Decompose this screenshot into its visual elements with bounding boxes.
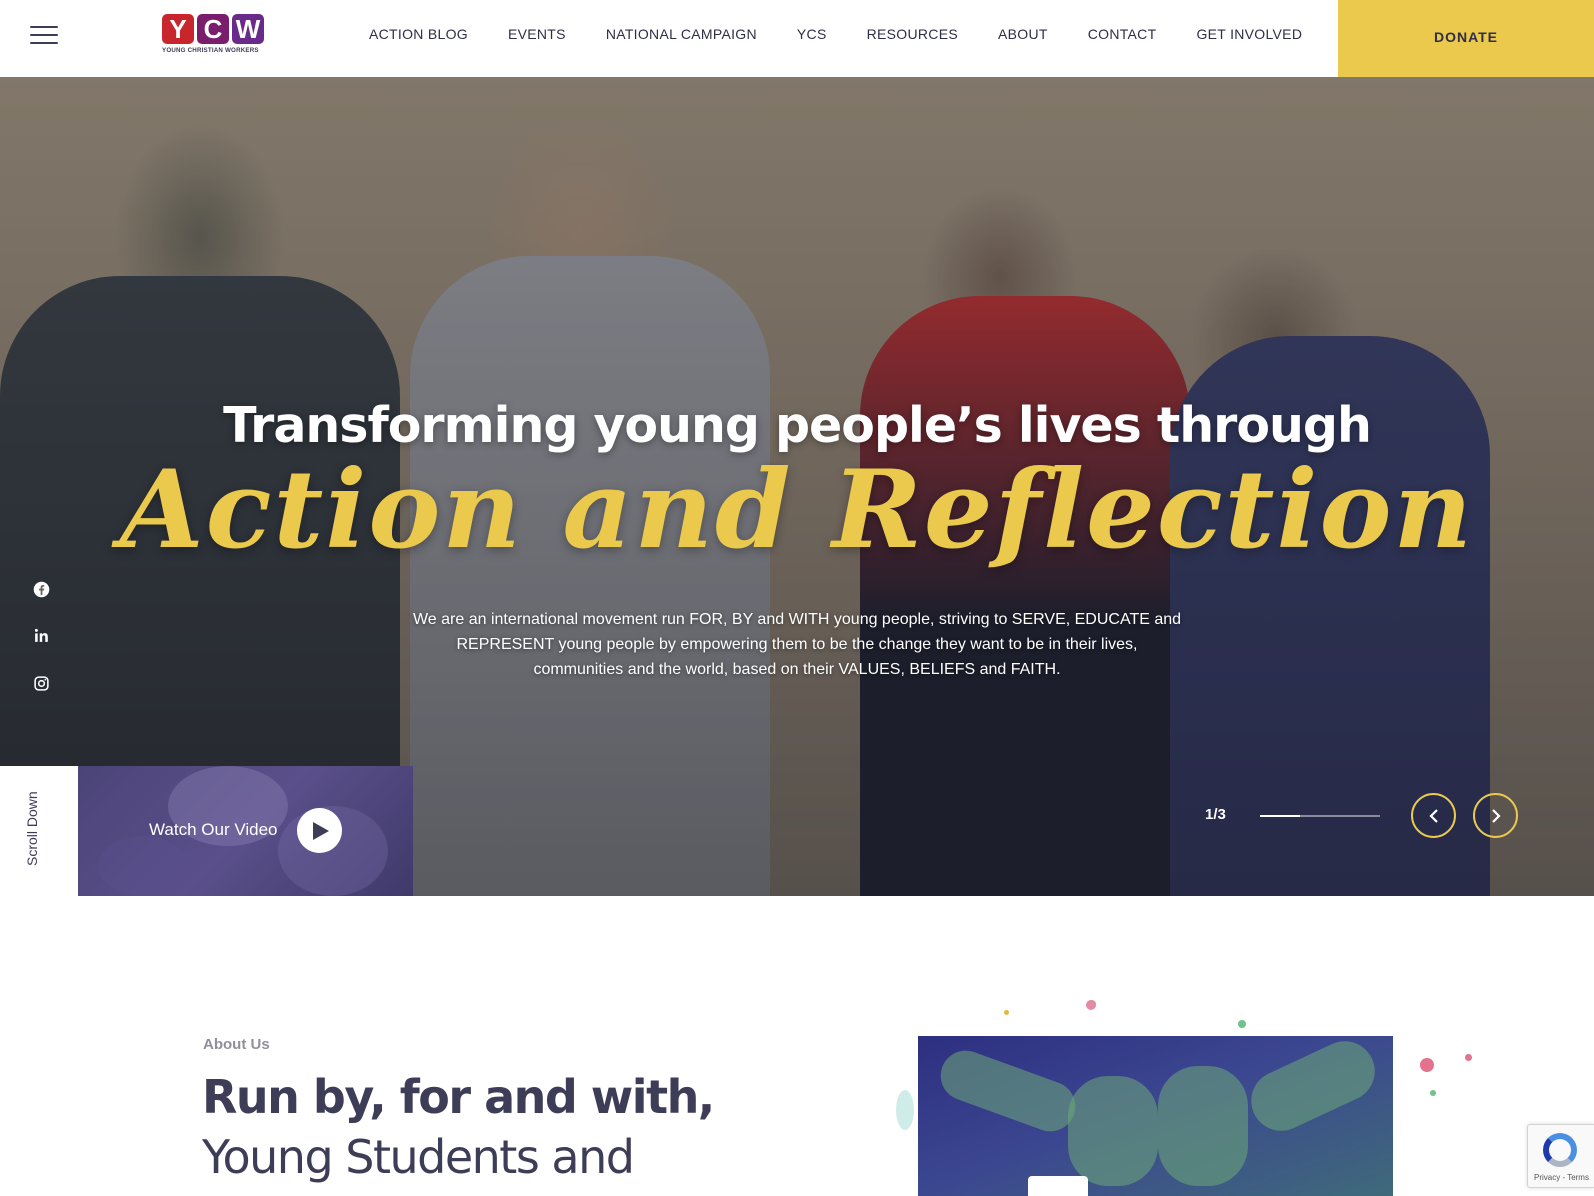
linkedin-icon[interactable] [30,624,52,646]
nav-item-action-blog[interactable]: ACTION BLOG [369,26,468,42]
slide-counter: 1/3 [1205,806,1226,823]
scroll-down-strip: Scroll Down [0,766,78,896]
hero-section: Transforming young people’s lives throug… [0,77,1594,896]
play-icon[interactable] [297,808,342,853]
instagram-icon[interactable] [30,672,52,694]
nav-item-ycs[interactable]: YCS [797,26,827,42]
recaptcha-privacy-terms[interactable]: Privacy - Terms [1534,1173,1589,1182]
paint-splash [1430,1090,1436,1096]
chevron-right-icon [1491,808,1501,823]
paint-splash [1420,1058,1434,1072]
watch-video-label: Watch Our Video [149,820,278,839]
scroll-down-link[interactable]: Scroll Down [24,791,40,866]
logo-letter-c: C [197,14,229,44]
nav-item-resources[interactable]: RESOURCES [867,26,958,42]
image-hand-shape [933,1043,1083,1139]
slide-progress-fill [1260,815,1300,817]
paint-splash [1086,1000,1096,1010]
paint-splash [1238,1020,1246,1028]
slider-prev-button[interactable] [1411,793,1456,838]
hamburger-icon[interactable] [30,26,58,46]
about-subheading: Young Students and [202,1130,635,1184]
slide-progress-bar [1260,815,1380,817]
image-hand-shape [1068,1076,1158,1186]
paint-splash [1465,1054,1472,1061]
image-hand-shape [1158,1066,1248,1186]
recaptcha-badge[interactable]: Privacy - Terms [1527,1124,1594,1188]
donate-button[interactable]: DONATE [1338,0,1594,77]
hero-description: We are an international movement run FOR… [412,611,1182,678]
nav-item-about[interactable]: ABOUT [998,26,1048,42]
ycw-logo[interactable]: Y C W YOUNG CHRISTIAN WORKERS [162,14,268,60]
nav-item-contact[interactable]: CONTACT [1088,26,1157,42]
nav-item-get-involved[interactable]: GET INVOLVED [1196,26,1302,42]
logo-subtitle: YOUNG CHRISTIAN WORKERS [162,47,259,54]
image-hand-shape [1241,1036,1385,1141]
video-thumbnail-shape [98,836,188,896]
about-heading: Run by, for and with, [202,1070,715,1124]
hero-title: Transforming young people’s lives throug… [223,397,1372,454]
watch-video-button[interactable]: Watch Our Video [78,766,413,896]
paint-splash [896,1090,914,1130]
paint-splash [1004,1010,1009,1015]
facebook-icon[interactable] [30,578,52,600]
site-header: Y C W YOUNG CHRISTIAN WORKERS ACTION BLO… [0,0,1594,77]
logo-letter-y: Y [162,14,194,44]
chevron-left-icon [1428,808,1438,823]
image-caption-fragment [1028,1176,1088,1196]
recaptcha-icon [1543,1133,1577,1167]
about-eyebrow: About Us [203,1036,270,1053]
slider-next-button[interactable] [1473,793,1518,838]
about-hands-image [918,1036,1393,1196]
nav-item-events[interactable]: EVENTS [508,26,566,42]
nav-item-national-campaign[interactable]: NATIONAL CAMPAIGN [606,26,757,42]
logo-letter-w: W [232,14,264,44]
hero-title-script: Action and Reflection [119,447,1475,573]
main-nav: ACTION BLOG EVENTS NATIONAL CAMPAIGN YCS… [369,26,1302,42]
